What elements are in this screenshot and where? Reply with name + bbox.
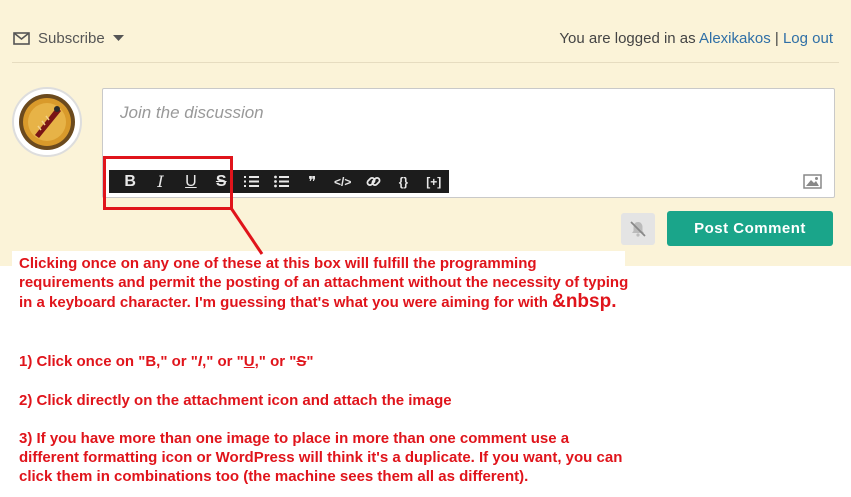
annotation-step-2: 2) Click directly on the attachment icon… [19, 392, 452, 409]
step1-s: S [296, 353, 307, 370]
step1-text: ," or " [254, 353, 297, 370]
annotation-pointer-line [229, 207, 264, 255]
step1-u: U [243, 353, 255, 370]
step1-text: ," or " [156, 353, 198, 370]
step1-b: B [145, 353, 157, 370]
annotation-step-3: 3) If you have more than one image to pl… [19, 430, 623, 485]
step1-text: 1) Click once on " [19, 353, 146, 370]
step1-text: " [306, 353, 314, 370]
annotation-step-1: 1) Click once on "B," or "I," or "U," or… [19, 352, 629, 371]
annotation-nbsp: &nbsp. [552, 291, 617, 312]
annotation-intro-text: Clicking once on any one of these at thi… [19, 255, 629, 311]
step1-text: ," or " [202, 353, 244, 370]
annotation-intro: Clicking once on any one of these at thi… [19, 254, 629, 312]
